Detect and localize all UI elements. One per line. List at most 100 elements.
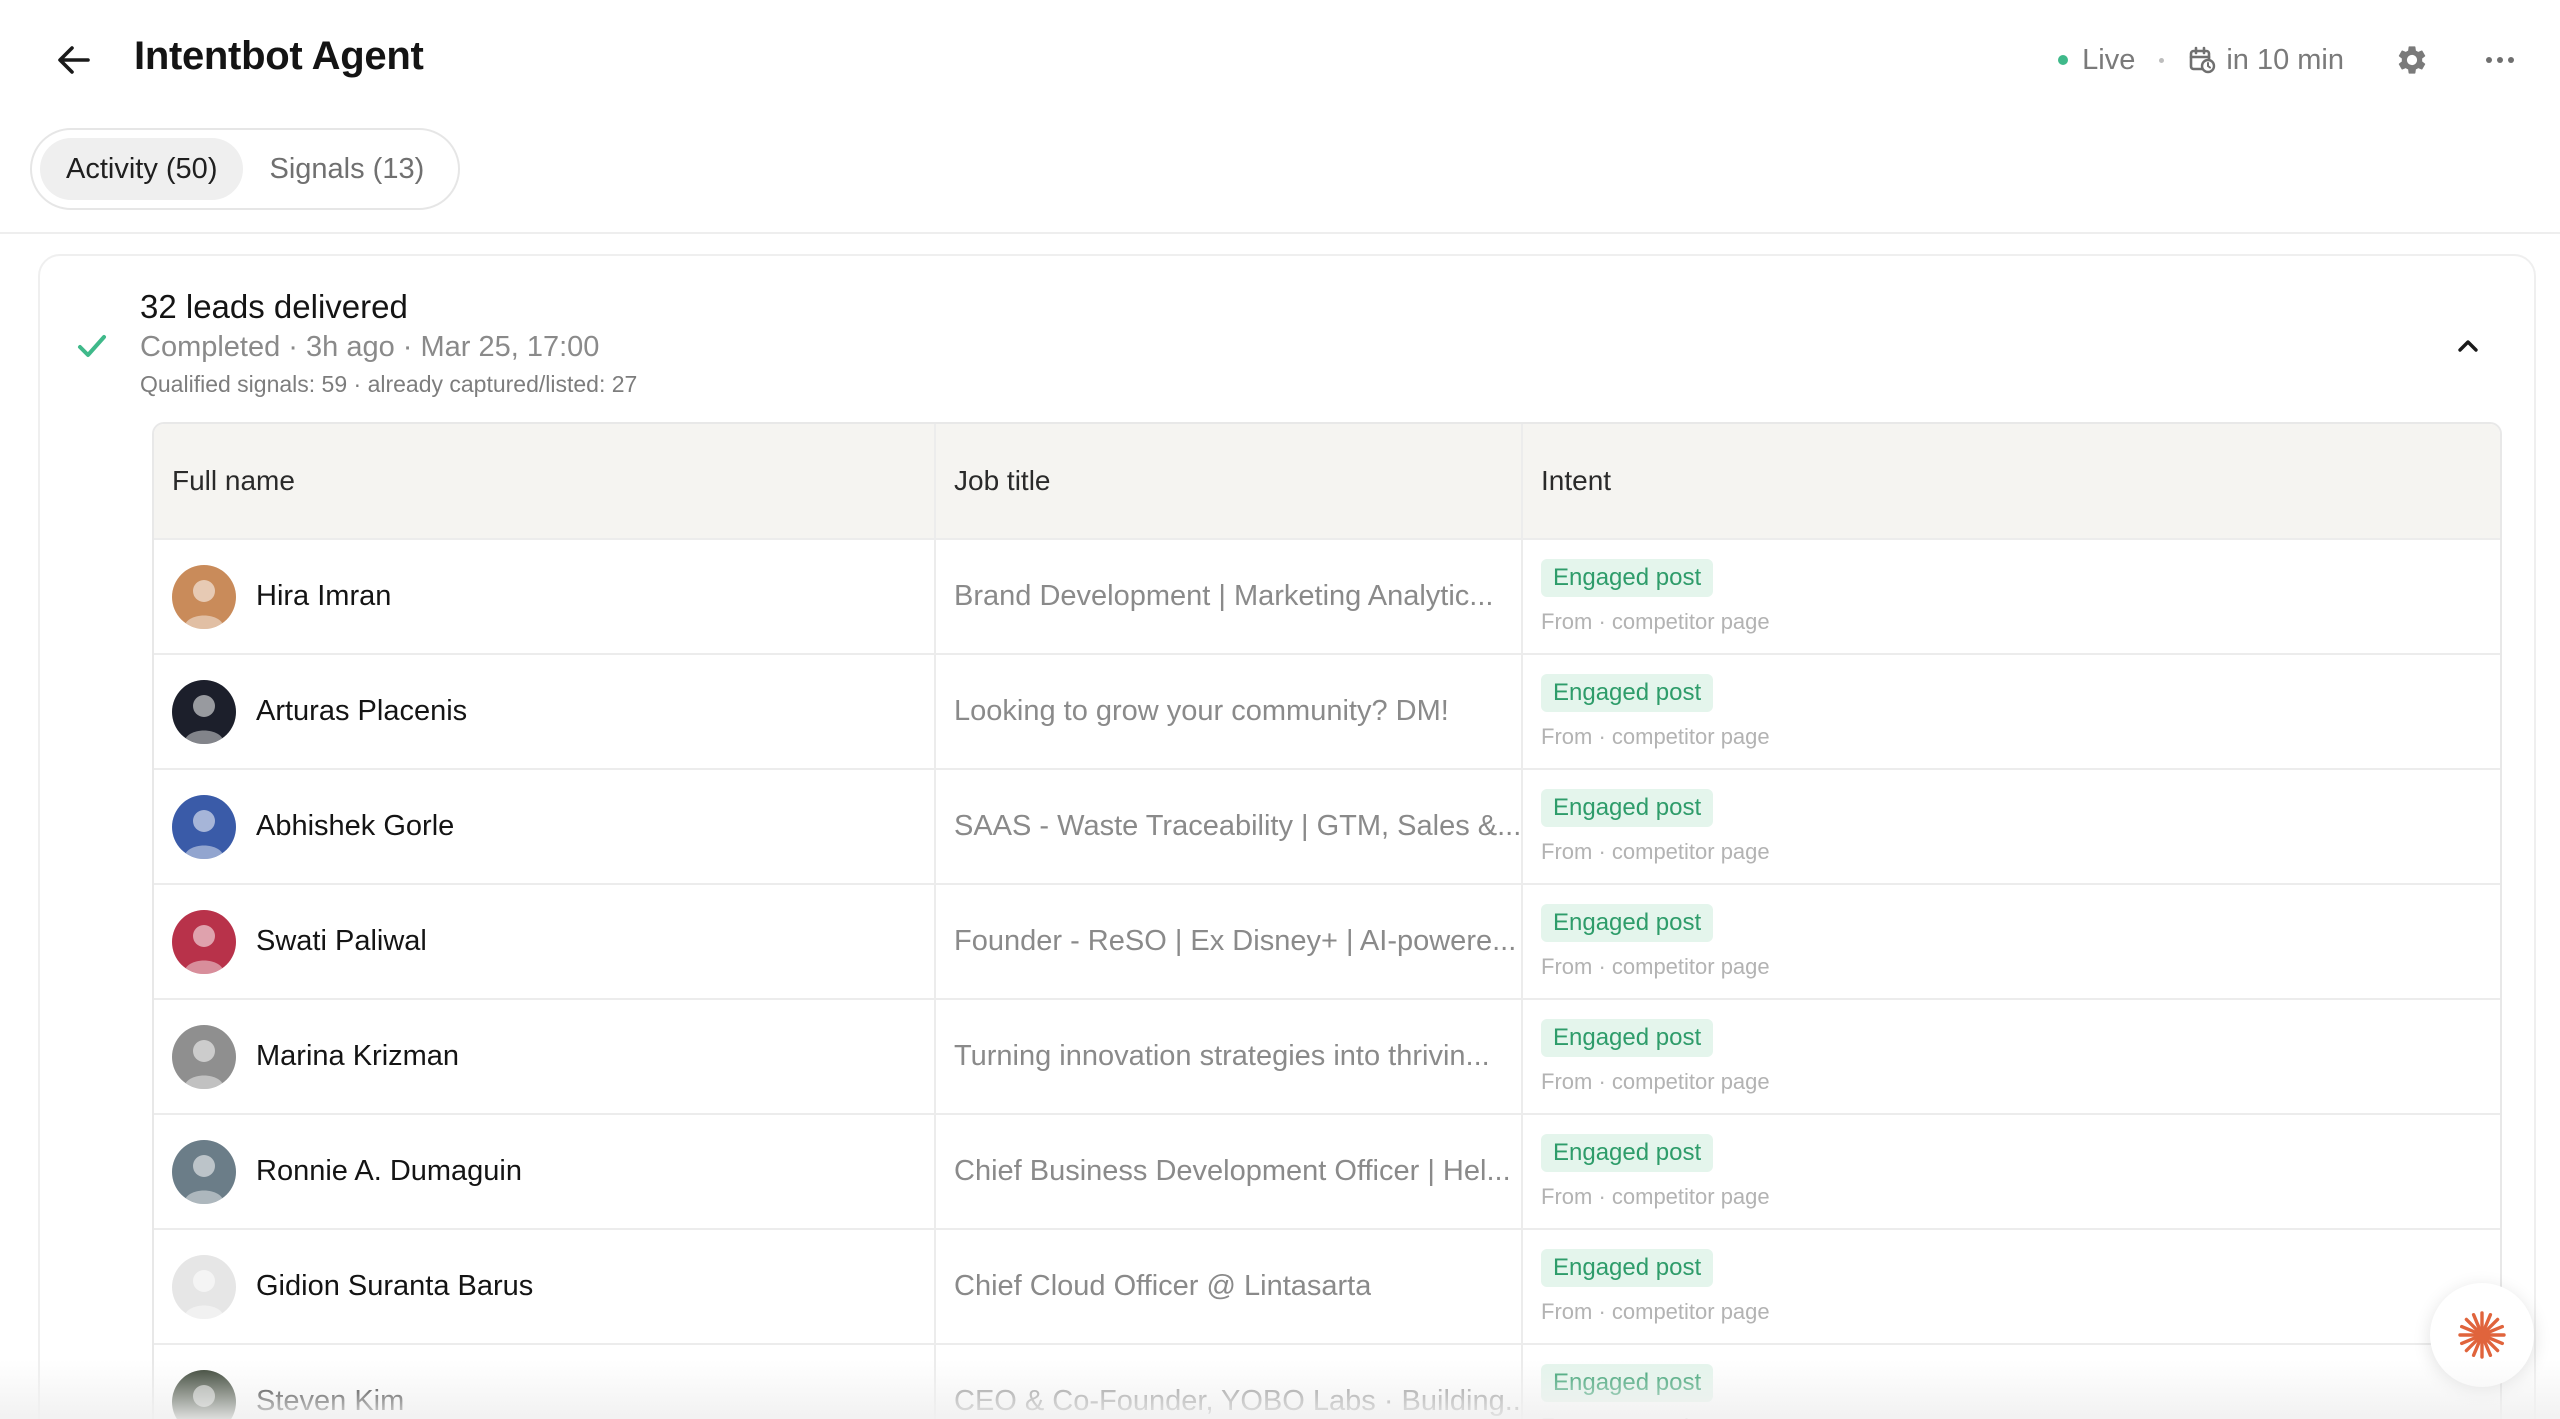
column-header-job-title: Job title <box>936 424 1523 538</box>
table-header-row: Full name Job title Intent <box>154 424 2500 538</box>
check-icon <box>72 326 112 366</box>
job-title: Founder - ReSO | Ex Disney+ | AI-powere.… <box>954 925 1517 957</box>
asterisk-logo-icon <box>2458 1311 2506 1359</box>
full-name: Swati Paliwal <box>256 925 427 957</box>
avatar <box>172 794 236 859</box>
arrow-left-icon <box>58 46 90 74</box>
name-cell: Abhishek Gorle <box>154 770 936 883</box>
avatar <box>172 909 236 974</box>
intent-cell: Engaged post From · competitor page <box>1523 1345 2500 1419</box>
job-title: SAAS - Waste Traceability | GTM, Sales &… <box>954 810 1521 842</box>
job-title-cell: Turning innovation strategies into thriv… <box>936 1000 1523 1113</box>
job-title-cell: Looking to grow your community? DM! <box>936 655 1523 768</box>
table-body: Hira Imran Brand Development | Marketing … <box>154 538 2500 1419</box>
intent-source: From · competitor page <box>1541 953 1770 979</box>
intent-badge: Engaged post <box>1541 1133 1714 1172</box>
avatar <box>172 1369 236 1419</box>
intent-source: From · competitor page <box>1541 1298 1770 1324</box>
page-title: Intentbot Agent <box>134 34 424 78</box>
more-options-button[interactable] <box>2480 40 2520 80</box>
name-cell: Marina Krizman <box>154 1000 936 1113</box>
separator-dot <box>2159 57 2165 63</box>
job-title: Brand Development | Marketing Analytic..… <box>954 580 1494 612</box>
intent-badge: Engaged post <box>1541 1248 1714 1287</box>
intent-source: From · competitor page <box>1541 723 1770 749</box>
name-cell: Hira Imran <box>154 540 936 653</box>
run-subtitle: Completed · 3h ago · Mar 25, 17:00 <box>140 331 600 363</box>
schedule-label: in 10 min <box>2226 43 2344 76</box>
full-name: Hira Imran <box>256 580 392 612</box>
calendar-clock-icon <box>2188 46 2216 74</box>
job-title-cell: Brand Development | Marketing Analytic..… <box>936 540 1523 653</box>
collapse-button[interactable] <box>2446 324 2490 368</box>
leads-table: Full name Job title Intent Hira Imran Bra… <box>152 422 2502 1419</box>
full-name: Marina Krizman <box>256 1040 460 1072</box>
intent-badge: Engaged post <box>1541 673 1714 712</box>
person-avatar-icon <box>172 1139 236 1204</box>
job-title: Chief Cloud Officer @ Lintasarta <box>954 1270 1372 1302</box>
intent-cell: Engaged post From · competitor page <box>1523 1115 2500 1228</box>
table-row[interactable]: Steven Kim CEO & Co-Founder, YOBO Labs · … <box>154 1343 2500 1419</box>
header-actions: Live in 10 min <box>2058 36 2520 84</box>
tab-activity[interactable]: Activity (50) <box>40 138 244 200</box>
intent-source: From · competitor page <box>1541 1414 1770 1419</box>
intent-source: From · competitor page <box>1541 608 1770 634</box>
avatar <box>172 1254 236 1319</box>
full-name: Arturas Placenis <box>256 695 468 727</box>
name-cell: Gidion Suranta Barus <box>154 1230 936 1343</box>
intent-cell: Engaged post From · competitor page <box>1523 770 2500 883</box>
intent-cell: Engaged post From · competitor page <box>1523 1230 2500 1343</box>
table-row[interactable]: Swati Paliwal Founder - ReSO | Ex Disney+… <box>154 883 2500 998</box>
job-title: Looking to grow your community? DM! <box>954 695 1449 727</box>
full-name: Ronnie A. Dumaguin <box>256 1155 522 1187</box>
intent-badge: Engaged post <box>1541 903 1714 942</box>
table-row[interactable]: Gidion Suranta Barus Chief Cloud Officer … <box>154 1228 2500 1343</box>
intent-badge: Engaged post <box>1541 1018 1714 1057</box>
person-avatar-icon <box>172 679 236 744</box>
column-header-intent: Intent <box>1541 465 1612 496</box>
intent-badge: Engaged post <box>1541 788 1714 827</box>
job-title-cell: Chief Business Development Officer | Hel… <box>936 1115 1523 1228</box>
avatar <box>172 1139 236 1204</box>
full-name: Abhishek Gorle <box>256 810 455 842</box>
job-title-cell: CEO & Co-Founder, YOBO Labs · Building..… <box>936 1345 1523 1419</box>
run-title: 32 leads delivered <box>140 288 408 325</box>
job-title: Chief Business Development Officer | Hel… <box>954 1155 1511 1187</box>
intent-cell: Engaged post From · competitor page <box>1523 1000 2500 1113</box>
table-row[interactable]: Marina Krizman Turning innovation strateg… <box>154 998 2500 1113</box>
gear-icon <box>2398 46 2426 74</box>
intent-source: From · competitor page <box>1541 1183 1770 1209</box>
column-header-full-name: Full name <box>154 424 936 538</box>
intent-cell: Engaged post From · competitor page <box>1523 540 2500 653</box>
full-name: Steven Kim <box>256 1385 405 1417</box>
status-label: Live <box>2082 43 2136 76</box>
person-avatar-icon <box>172 564 236 629</box>
back-button[interactable] <box>50 36 98 84</box>
table-row[interactable]: Ronnie A. Dumaguin Chief Business Develop… <box>154 1113 2500 1228</box>
avatar <box>172 679 236 744</box>
intent-cell: Engaged post From · competitor page <box>1523 885 2500 998</box>
job-title-cell: Founder - ReSO | Ex Disney+ | AI-powere.… <box>936 885 1523 998</box>
table-row[interactable]: Arturas Placenis Looking to grow your com… <box>154 653 2500 768</box>
tab-signals[interactable]: Signals (13) <box>243 138 450 200</box>
tab-bar: Activity (50) Signals (13) <box>30 128 461 210</box>
name-cell: Arturas Placenis <box>154 655 936 768</box>
page: Intentbot Agent Live in 10 min Activity … <box>0 0 2560 1419</box>
intent-cell: Engaged post From · competitor page <box>1523 655 2500 768</box>
person-avatar-icon <box>172 909 236 974</box>
intent-badge: Engaged post <box>1541 558 1714 597</box>
full-name: Gidion Suranta Barus <box>256 1270 534 1302</box>
table-row[interactable]: Abhishek Gorle SAAS - Waste Traceability … <box>154 768 2500 883</box>
chevron-up-icon <box>2458 340 2478 352</box>
settings-button[interactable] <box>2392 40 2432 80</box>
intent-source: From · competitor page <box>1541 838 1770 864</box>
table-row[interactable]: Hira Imran Brand Development | Marketing … <box>154 538 2500 653</box>
name-cell: Swati Paliwal <box>154 885 936 998</box>
run-meta: Qualified signals: 59 · already captured… <box>140 371 638 397</box>
name-cell: Steven Kim <box>154 1345 936 1419</box>
intent-source: From · competitor page <box>1541 1068 1770 1094</box>
name-cell: Ronnie A. Dumaguin <box>154 1115 936 1228</box>
person-avatar-icon <box>172 794 236 859</box>
header-divider <box>0 232 2560 234</box>
assistant-button[interactable] <box>2430 1283 2534 1387</box>
